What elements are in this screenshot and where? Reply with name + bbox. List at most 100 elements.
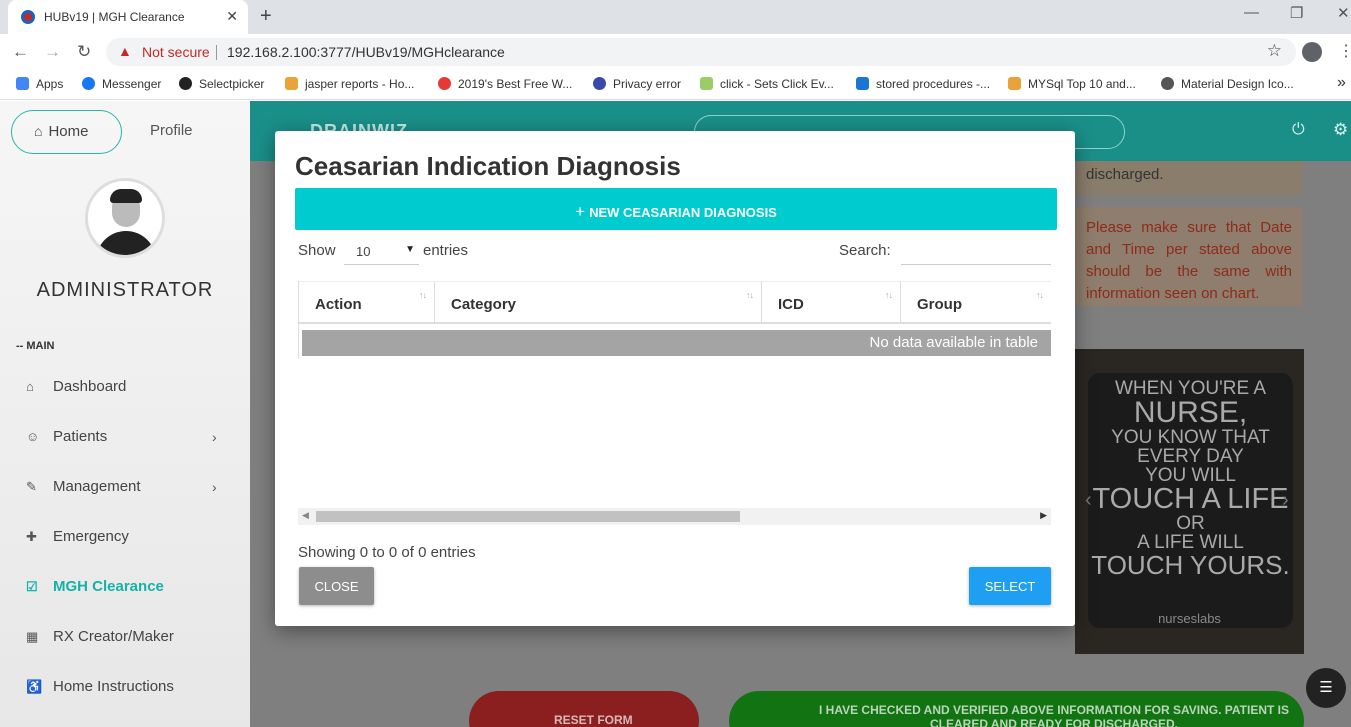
bookmarks-overflow-icon[interactable]: » xyxy=(1337,74,1346,92)
table-search-input[interactable] xyxy=(901,237,1051,265)
home-icon: ⌂ xyxy=(26,379,34,394)
avatar-body xyxy=(96,231,156,255)
account-icon[interactable] xyxy=(1302,42,1322,62)
show-label: Show xyxy=(298,242,336,259)
reload-icon[interactable]: ↻ xyxy=(77,42,91,62)
bookmark-selectpicker[interactable]: Selectpicker xyxy=(179,77,264,91)
bookmark-mysql[interactable]: MYSql Top 10 and... xyxy=(1008,77,1136,91)
column-header-category[interactable]: Category ↑↓ xyxy=(435,281,762,324)
avatar xyxy=(85,178,165,258)
url-text[interactable]: 192.168.2.100:3777/HUBv19/MGHclearance xyxy=(227,44,505,60)
column-header-icd[interactable]: ICD ↑↓ xyxy=(762,281,901,324)
bookmark-jasper[interactable]: jasper reports - Ho... xyxy=(285,77,414,91)
restore-icon[interactable]: ❐ xyxy=(1290,4,1303,22)
minimize-icon[interactable]: — xyxy=(1244,4,1259,21)
site-icon xyxy=(700,77,713,90)
bookmark-privacy-error[interactable]: Privacy error xyxy=(593,77,681,91)
poster-line: YOU KNOW THAT xyxy=(1111,427,1270,448)
table-info: Showing 0 to 0 of 0 entries xyxy=(298,544,476,561)
address-bar[interactable]: ▲ Not secure 192.168.2.100:3777/HUBv19/M… xyxy=(106,38,1296,66)
apps-grid-icon xyxy=(16,77,29,90)
poster-line: EVERY DAY xyxy=(1137,446,1244,467)
browser-tab[interactable]: HUBv19 | MGH Clearance ✕ xyxy=(8,0,248,34)
sidebar-item-patients[interactable]: ☺ Patients xyxy=(26,428,107,445)
close-button[interactable]: CLOSE xyxy=(299,567,374,605)
messenger-icon xyxy=(82,77,95,90)
bookmark-best-free[interactable]: 2019's Best Free W... xyxy=(438,77,572,91)
chat-icon[interactable]: ☰ xyxy=(1306,668,1346,708)
sort-icon: ↑↓ xyxy=(1036,290,1044,300)
browser-tabbar: HUBv19 | MGH Clearance ✕ + — ❐ ✕ xyxy=(0,0,1351,34)
scroll-right-icon[interactable]: ▶ xyxy=(1040,510,1047,521)
bookmark-material-design[interactable]: Material Design Ico... xyxy=(1161,77,1294,91)
verify-save-button[interactable]: I HAVE CHECKED AND VERIFIED ABOVE INFORM… xyxy=(729,691,1304,727)
profile-link[interactable]: Profile xyxy=(150,122,193,139)
bookmark-messenger[interactable]: Messenger xyxy=(82,77,161,91)
forward-icon[interactable]: → xyxy=(44,42,61,62)
select-button[interactable]: SELECT xyxy=(969,567,1051,605)
carousel-next-icon[interactable]: › xyxy=(1282,489,1289,512)
chevron-right-icon: › xyxy=(212,479,217,495)
browser-menu-icon[interactable]: ⋮ xyxy=(1338,41,1351,61)
carousel-prev-icon[interactable]: ‹ xyxy=(1085,489,1092,512)
stackoverflow-icon xyxy=(285,77,298,90)
back-icon[interactable]: ← xyxy=(12,42,29,62)
plus-icon: + xyxy=(575,202,586,221)
warning-icon: ▲ xyxy=(118,43,132,59)
column-header-action[interactable]: Action ↑↓ xyxy=(299,281,435,324)
empty-table-message: No data available in table xyxy=(302,330,1051,356)
browser-toolbar: ← → ↻ ▲ Not secure 192.168.2.100:3777/HU… xyxy=(0,34,1351,70)
poster-line: OR xyxy=(1176,513,1205,534)
home-icon: ⌂ xyxy=(34,123,43,139)
sidebar-item-mgh-clearance[interactable]: ☑ MGH Clearance xyxy=(26,578,164,595)
site-icon xyxy=(438,77,451,90)
sidebar: ⌂ Home Profile ADMINISTRATOR -- MAIN ⌂ Das… xyxy=(0,101,250,727)
nurse-poster: WHEN YOU'RE A NURSE, YOU KNOW THAT EVERY… xyxy=(1075,349,1304,654)
security-label[interactable]: Not secure xyxy=(142,44,210,60)
column-header-group[interactable]: Group ↑↓ xyxy=(901,281,1051,324)
entries-select[interactable]: 10 ▼ xyxy=(344,239,419,265)
sidebar-item-management[interactable]: ✎ Management xyxy=(26,478,141,495)
new-diagnosis-button[interactable]: + NEW CEASARIAN DIAGNOSIS xyxy=(295,188,1057,230)
diagnosis-modal: Ceasarian Indication Diagnosis + NEW CEAS… xyxy=(275,131,1075,626)
sort-icon: ↑↓ xyxy=(885,290,893,300)
sidebar-item-rx-creator[interactable]: ▦ RX Creator/Maker xyxy=(26,628,174,645)
bookmark-stored-procedures[interactable]: stored procedures -... xyxy=(856,77,990,91)
new-tab-icon[interactable]: + xyxy=(260,5,272,28)
scrollbar-thumb[interactable] xyxy=(316,511,740,522)
sort-icon: ↑↓ xyxy=(746,290,754,300)
checkbox-icon: ☑ xyxy=(26,579,38,594)
bookmark-apps[interactable]: Apps xyxy=(16,77,63,91)
reset-form-button[interactable]: RESET FORM xyxy=(469,691,699,727)
accessibility-icon: ♿ xyxy=(26,679,43,694)
close-tab-icon[interactable]: ✕ xyxy=(226,8,238,25)
section-label: -- MAIN xyxy=(16,340,55,352)
globe-icon xyxy=(1161,77,1174,90)
address-separator xyxy=(216,45,217,60)
bookmark-star-icon[interactable]: ☆ xyxy=(1267,41,1282,61)
sidebar-item-dashboard[interactable]: ⌂ Dashboard xyxy=(26,378,126,395)
horizontal-scrollbar[interactable]: ◀ ▶ xyxy=(298,508,1051,525)
wrench-icon: ✎ xyxy=(26,479,37,494)
database-icon xyxy=(856,77,869,90)
warning-note: Please make sure that Date and Time per … xyxy=(1075,207,1303,306)
power-icon[interactable]: ⏻ xyxy=(1292,121,1305,139)
plus-box-icon: ✚ xyxy=(26,529,37,544)
poster-line: NURSE, xyxy=(1133,396,1248,429)
home-button[interactable]: ⌂ Home xyxy=(11,110,122,154)
site-favicon-icon xyxy=(21,10,35,24)
stackoverflow-icon xyxy=(1008,77,1021,90)
patient-icon: ☺ xyxy=(26,429,40,444)
window-close-icon[interactable]: ✕ xyxy=(1337,4,1350,22)
verify-save-label: I HAVE CHECKED AND VERIFIED ABOVE INFORM… xyxy=(818,703,1290,727)
sidebar-item-home-instructions[interactable]: ♿ Home Instructions xyxy=(26,678,174,695)
scroll-left-icon[interactable]: ◀ xyxy=(302,510,309,521)
sidebar-item-emergency[interactable]: ✚ Emergency xyxy=(26,528,129,545)
gear-icon[interactable]: ⚙ xyxy=(1333,120,1348,140)
bookmarks-bar: Apps Messenger Selectpicker jasper repor… xyxy=(0,70,1351,100)
bookmark-click-events[interactable]: click - Sets Click Ev... xyxy=(700,77,834,91)
poster-line: TOUCH YOURS. xyxy=(1091,550,1290,580)
user-name: ADMINISTRATOR xyxy=(36,279,214,301)
info-card-text: discharged. xyxy=(1086,166,1164,183)
poster-line: TOUCH A LIFE xyxy=(1092,483,1289,515)
